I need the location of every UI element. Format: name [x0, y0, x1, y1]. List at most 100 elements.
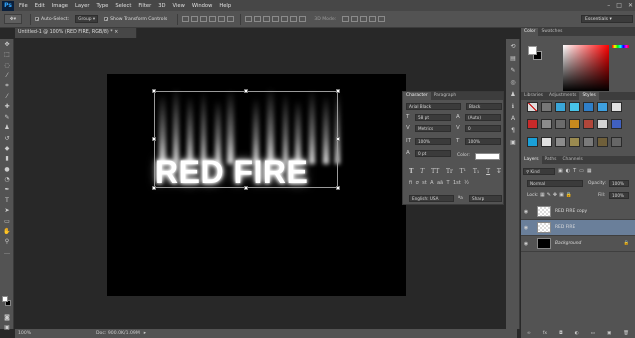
style-swatch[interactable]: [611, 119, 622, 130]
style-swatch[interactable]: [611, 136, 622, 147]
healing-brush-tool-icon[interactable]: ✚: [2, 102, 12, 111]
glyphs-panel-icon[interactable]: ▣: [508, 138, 518, 147]
lasso-tool-icon[interactable]: ◌: [2, 61, 12, 70]
faux-bold-button[interactable]: T: [409, 168, 413, 176]
foreground-color-swatch[interactable]: [2, 296, 8, 302]
clone-stamp-tool-icon[interactable]: ♟: [2, 123, 12, 132]
opacity-field[interactable]: 100%: [609, 180, 629, 187]
color-panel-foreground-swatch[interactable]: [528, 46, 537, 55]
style-swatch[interactable]: [597, 136, 608, 147]
close-tab-icon[interactable]: ×: [114, 30, 118, 35]
lock-icons[interactable]: ▦✎✥▣🔒: [540, 192, 574, 198]
layer-row-selected[interactable]: ◉ RED FIRE: [521, 220, 635, 236]
filter-shape-icon[interactable]: ▭: [579, 168, 584, 174]
eye-icon[interactable]: ◉: [521, 209, 531, 215]
adjustment-icon[interactable]: ◐: [575, 331, 579, 338]
character-panel-icon[interactable]: A: [508, 114, 518, 123]
layer-row[interactable]: ◉ Background 🔒: [521, 236, 635, 252]
menu-3d[interactable]: 3D: [158, 3, 165, 9]
marquee-tool-icon[interactable]: ⬚: [2, 50, 12, 59]
style-swatch[interactable]: [569, 119, 580, 130]
style-swatch[interactable]: [555, 102, 566, 112]
paragraph-panel-icon[interactable]: ¶: [508, 126, 518, 135]
menu-file[interactable]: File: [19, 3, 28, 9]
close-button[interactable]: ✕: [628, 0, 633, 11]
fractions-button[interactable]: ½: [464, 180, 469, 188]
strikethrough-button[interactable]: T̶: [497, 168, 501, 176]
fill-field[interactable]: 100%: [609, 192, 629, 199]
status-menu-icon[interactable]: ▸: [144, 331, 146, 336]
style-swatch[interactable]: [569, 136, 580, 147]
align-bottom-icon[interactable]: [200, 16, 208, 22]
vertical-scale-field[interactable]: 100%: [415, 138, 451, 145]
align-vcenter-icon[interactable]: [191, 16, 199, 22]
font-family-select[interactable]: Arial Black: [406, 103, 461, 110]
layer-kind-filter[interactable]: ⚲ Kind: [523, 167, 555, 175]
properties-panel-icon[interactable]: ▤: [508, 54, 518, 63]
style-swatch[interactable]: [541, 119, 552, 130]
hue-strip[interactable]: [612, 45, 629, 48]
transform-handle-t[interactable]: [244, 89, 248, 93]
blur-tool-icon[interactable]: ●: [2, 165, 12, 174]
menu-type[interactable]: Type: [96, 3, 108, 9]
filter-type-icon[interactable]: T: [573, 168, 576, 174]
doc-size-info[interactable]: Doc: 900.0K/1.09M: [96, 331, 140, 336]
shape-tool-icon[interactable]: ▭: [2, 217, 12, 226]
zoom-tool-icon[interactable]: ⚲: [2, 237, 12, 246]
stylistic-alternates-button[interactable]: aā: [437, 180, 443, 188]
transform-bounding-box[interactable]: [154, 91, 338, 188]
brush-presets-icon[interactable]: ◎: [508, 78, 518, 87]
minimize-button[interactable]: –: [607, 0, 610, 11]
clone-source-icon[interactable]: ♟: [508, 90, 518, 99]
3d-roll-icon[interactable]: [351, 16, 359, 22]
filter-pixel-icon[interactable]: ▣: [558, 168, 563, 174]
superscript-button[interactable]: T¹: [460, 168, 466, 176]
tab-libraries[interactable]: Libraries: [521, 92, 546, 100]
menu-select[interactable]: Select: [115, 3, 131, 9]
style-swatch[interactable]: [597, 102, 608, 112]
align-hcenter-icon[interactable]: [218, 16, 226, 22]
maximize-button[interactable]: □: [616, 0, 622, 11]
new-layer-icon[interactable]: ▣: [607, 331, 611, 338]
workspace-switcher[interactable]: Essentials ▾: [581, 15, 633, 23]
screen-mode-icon[interactable]: ▣: [2, 323, 12, 332]
pen-tool-icon[interactable]: ✒: [2, 185, 12, 194]
3d-slide-icon[interactable]: [369, 16, 377, 22]
discretionary-ligatures-button[interactable]: st: [422, 180, 427, 188]
auto-select-checkbox[interactable]: ✓: [35, 17, 40, 23]
tab-channels[interactable]: Channels: [559, 156, 585, 164]
document-tab[interactable]: Untitled-1 @ 100% (RED FIRE, RGB/8) * ×: [15, 28, 137, 38]
menu-window[interactable]: Window: [192, 3, 212, 9]
underline-button[interactable]: T: [486, 168, 490, 176]
tab-color[interactable]: Color: [521, 28, 539, 36]
distribute-hcenter-icon[interactable]: [281, 16, 289, 22]
filter-adjustment-icon[interactable]: ◐: [566, 168, 570, 174]
dodge-tool-icon[interactable]: ◔: [2, 175, 12, 184]
brush-panel-icon[interactable]: ✎: [508, 66, 518, 75]
ligatures-button[interactable]: fi: [409, 180, 412, 188]
subscript-button[interactable]: T₁: [473, 168, 479, 176]
history-brush-tool-icon[interactable]: ↺: [2, 134, 12, 143]
link-icon[interactable]: ∞: [527, 331, 531, 338]
tab-layers[interactable]: Layers: [521, 156, 542, 164]
history-panel-icon[interactable]: ⟲: [508, 42, 518, 51]
menu-help[interactable]: Help: [219, 3, 231, 9]
fx-icon[interactable]: fx: [543, 331, 547, 338]
menu-layer[interactable]: Layer: [75, 3, 89, 9]
small-caps-button[interactable]: Tr: [446, 168, 453, 176]
tab-adjustments[interactable]: Adjustments: [546, 92, 580, 100]
hand-tool-icon[interactable]: ✋: [2, 227, 12, 236]
menu-view[interactable]: View: [173, 3, 185, 9]
faux-italic-button[interactable]: T: [420, 168, 424, 176]
color-spectrum-picker[interactable]: [563, 45, 609, 91]
align-right-icon[interactable]: [227, 16, 235, 22]
style-swatch[interactable]: [569, 102, 580, 112]
transform-handle-b[interactable]: [244, 186, 248, 190]
horizontal-scale-field[interactable]: 100%: [465, 138, 501, 145]
move-tool-preset-button[interactable]: ✥▾: [4, 14, 22, 24]
transform-handle-bl[interactable]: [152, 186, 156, 190]
filter-smart-icon[interactable]: ▦: [587, 168, 592, 174]
anti-alias-select[interactable]: Sharp: [469, 195, 502, 202]
menu-filter[interactable]: Filter: [138, 3, 151, 9]
distribute-left-icon[interactable]: [272, 16, 280, 22]
